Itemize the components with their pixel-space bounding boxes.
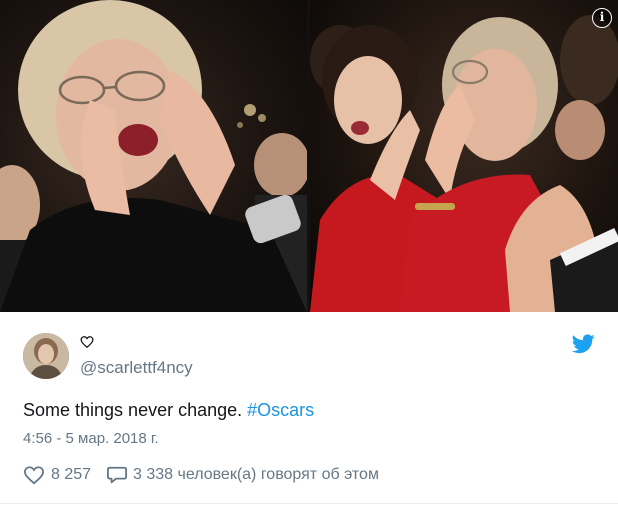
- like-count[interactable]: 8 257: [51, 466, 91, 484]
- speech-bubble-icon[interactable]: [106, 465, 128, 485]
- tweet-text: Some things never change. #Oscars: [23, 400, 314, 421]
- tweet-media[interactable]: i: [0, 0, 618, 312]
- people-talking-count[interactable]: 3 338 человек(а) говорят об этом: [133, 466, 379, 484]
- like-heart-icon[interactable]: [23, 465, 45, 485]
- info-button[interactable]: i: [592, 8, 612, 28]
- user-handle[interactable]: @scarlettf4ncy: [80, 358, 193, 378]
- info-icon: i: [599, 10, 605, 24]
- photo-right[interactable]: [310, 0, 618, 312]
- heart-icon: [80, 336, 94, 349]
- embedded-tweet-card: i @scarlettf4ncy Some things never chang…: [0, 0, 618, 507]
- avatar[interactable]: [23, 333, 69, 379]
- avatar-image: [23, 333, 69, 379]
- tweet-timestamp[interactable]: 4:56 - 5 мар. 2018 г.: [23, 430, 159, 447]
- photo-right-illustration: [310, 15, 618, 312]
- photo-left[interactable]: [0, 0, 307, 312]
- bottom-divider: [0, 503, 618, 504]
- photo-left-illustration: [0, 0, 307, 312]
- tweet-text-plain: Some things never change.: [23, 400, 248, 420]
- twitter-bird-icon[interactable]: [572, 334, 595, 354]
- hashtag-link[interactable]: #Oscars: [247, 400, 314, 420]
